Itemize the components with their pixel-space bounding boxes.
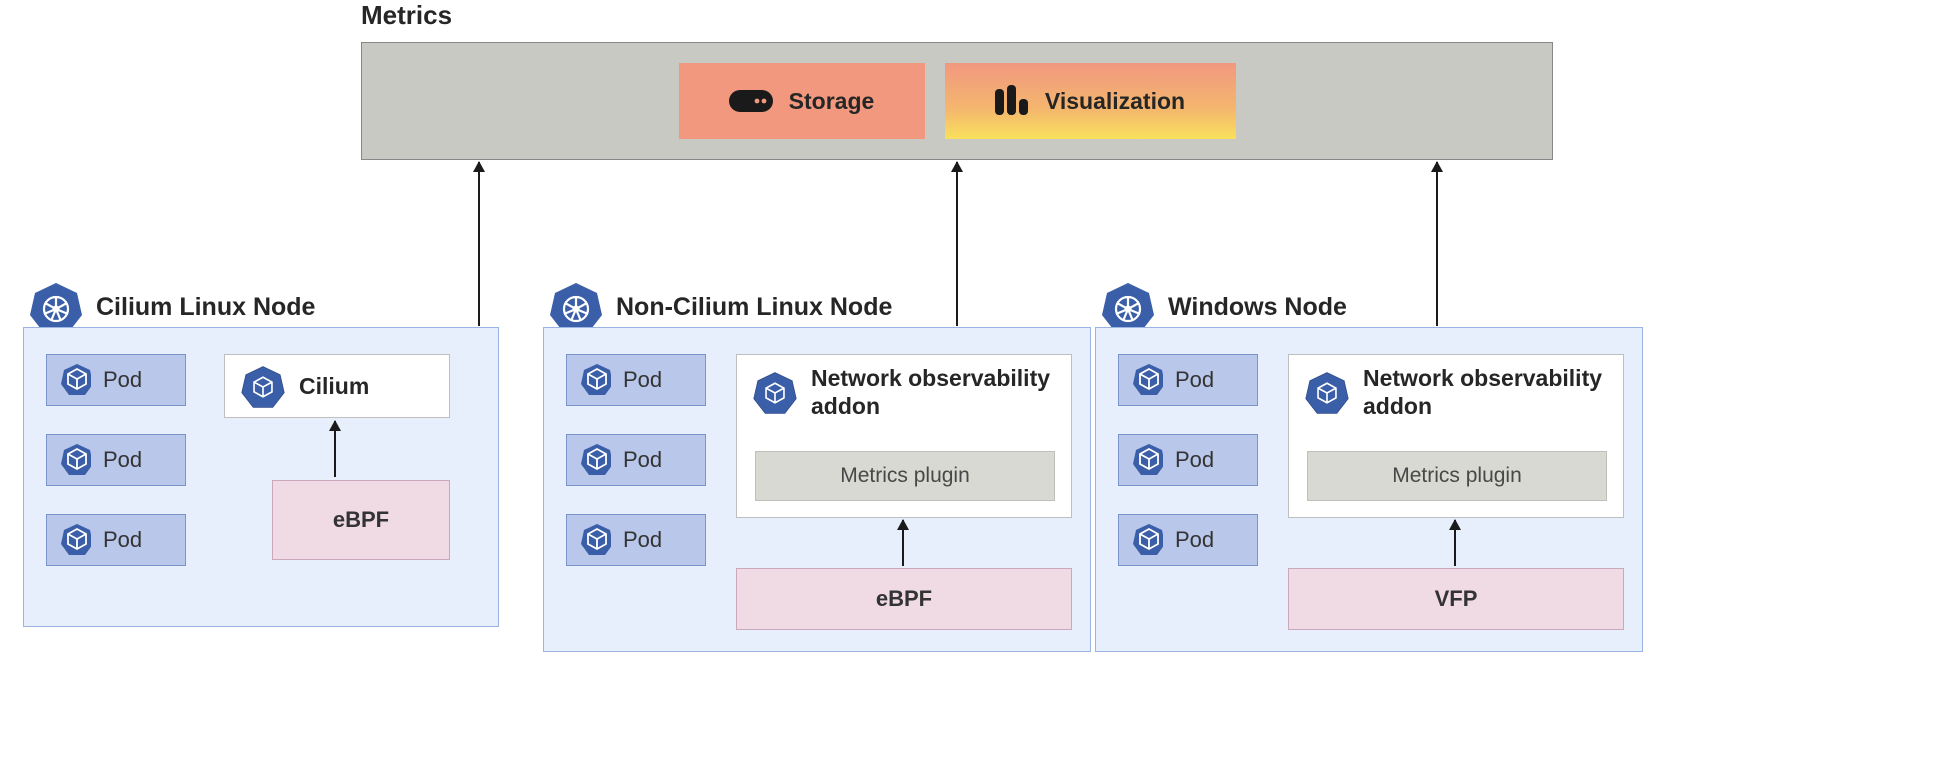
node-windows: Pod Pod Pod Network observability addon … [1095,327,1643,652]
node-title-noncilium: Non-Cilium Linux Node [616,293,892,322]
driver-box: eBPF [736,568,1072,630]
arrow-noncilium-to-metrics [956,162,958,326]
arrow-windows-to-metrics [1436,162,1438,326]
driver-box: VFP [1288,568,1624,630]
driver-label: eBPF [876,586,932,612]
network-addon-card: Network observability addon Metrics plug… [736,354,1072,518]
visualization-label: Visualization [1045,88,1185,115]
pod-label: Pod [623,367,662,393]
cube-icon [1133,445,1163,475]
pod-label: Pod [623,527,662,553]
cube-icon [751,369,799,417]
cube-icon [581,525,611,555]
cube-icon [61,445,91,475]
addon-label: Network observability addon [1363,365,1603,420]
driver-box: eBPF [272,480,450,560]
server-icon [729,86,775,116]
cube-icon [1133,365,1163,395]
driver-label: VFP [1435,586,1478,612]
pod: Pod [566,434,706,486]
cube-icon [1303,369,1351,417]
cube-icon [61,365,91,395]
pod: Pod [1118,514,1258,566]
pod-label: Pod [1175,367,1214,393]
metrics-plugin-label: Metrics plugin [1392,464,1522,488]
pod: Pod [46,514,186,566]
pod: Pod [566,354,706,406]
addon-label: Network observability addon [811,365,1051,420]
network-addon-card: Network observability addon Metrics plug… [1288,354,1624,518]
cube-icon [1133,525,1163,555]
pod-label: Pod [623,447,662,473]
pod: Pod [1118,434,1258,486]
driver-label: eBPF [333,507,389,533]
node-title-windows: Windows Node [1168,293,1347,322]
metrics-plugin-label: Metrics plugin [840,464,970,488]
cube-icon [61,525,91,555]
metrics-title: Metrics [361,0,452,31]
storage-label: Storage [789,88,875,115]
node-title-cilium: Cilium Linux Node [96,293,315,322]
pod-label: Pod [103,367,142,393]
pod-label: Pod [1175,447,1214,473]
node-cilium: Pod Pod Pod Cilium eBPF [23,327,499,627]
metrics-plugin-box: Metrics plugin [1307,451,1607,501]
arrow-ebpf-to-cilium [334,421,336,477]
pod-label: Pod [103,527,142,553]
pod-label: Pod [103,447,142,473]
bars-icon [995,85,1031,117]
metrics-box: Storage Visualization [361,42,1553,160]
pod: Pod [46,434,186,486]
node-noncilium: Pod Pod Pod Network observability addon … [543,327,1091,652]
metrics-plugin-box: Metrics plugin [755,451,1055,501]
cube-icon [581,445,611,475]
cube-icon [581,365,611,395]
pod-label: Pod [1175,527,1214,553]
pod: Pod [46,354,186,406]
arrow-vfp-to-addon [1454,520,1456,566]
cube-icon [239,363,287,411]
pod: Pod [566,514,706,566]
pod: Pod [1118,354,1258,406]
cilium-card: Cilium [224,354,450,418]
visualization-chip: Visualization [945,63,1236,139]
arrow-cilium-to-metrics [478,162,480,326]
arrow-ebpf-to-addon [902,520,904,566]
storage-chip: Storage [679,63,925,139]
cilium-label: Cilium [299,373,369,401]
